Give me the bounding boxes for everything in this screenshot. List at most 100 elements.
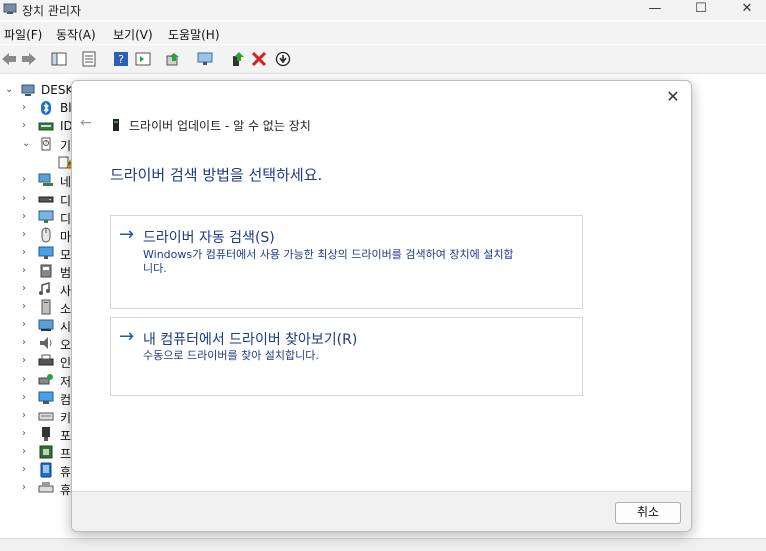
tree-item[interactable]: › 사 xyxy=(0,280,80,298)
tree-item[interactable]: › 모 xyxy=(0,244,80,262)
tree-item-label: 인 xyxy=(60,356,72,371)
chevron-right-icon[interactable]: › xyxy=(22,247,26,258)
tree-item[interactable]: › 프 xyxy=(0,443,80,461)
chevron-right-icon[interactable]: › xyxy=(22,374,26,385)
tree-item[interactable]: › 소 xyxy=(0,298,80,316)
menu-help[interactable]: 도움말(H) xyxy=(168,26,220,43)
tree-item-label: 컴 xyxy=(60,392,72,407)
chevron-right-icon[interactable]: › xyxy=(22,428,26,439)
menu-action[interactable]: 동작(A) xyxy=(56,26,96,43)
tree-item-label: 키 xyxy=(60,410,72,425)
chevron-right-icon[interactable]: › xyxy=(22,319,26,330)
action-pane-icon[interactable] xyxy=(134,51,152,67)
storage-controller-icon xyxy=(38,373,53,384)
tree-item-label: 사 xyxy=(60,284,72,298)
tree-item[interactable]: ! xyxy=(0,153,80,171)
tree-item[interactable]: › 네 xyxy=(0,171,80,189)
uninstall-device-icon[interactable] xyxy=(250,51,268,67)
tree-item-label: 디 xyxy=(60,193,72,208)
tree-item-label: Bl xyxy=(60,101,72,115)
back-icon[interactable] xyxy=(0,51,18,67)
chevron-right-icon[interactable]: › xyxy=(22,482,26,493)
browse-computer-title: 내 컴퓨터에서 드라이버 찾아보기(R) xyxy=(143,332,358,348)
maximize-button[interactable]: ☐ xyxy=(678,0,724,20)
tree-item[interactable]: › 디 xyxy=(0,190,80,208)
tree-item[interactable]: › 휴 xyxy=(0,479,80,497)
tree-item[interactable]: › 디 xyxy=(0,208,80,226)
chevron-right-icon[interactable]: › xyxy=(22,120,26,131)
help-icon[interactable]: ? xyxy=(112,51,130,67)
chevron-down-icon[interactable]: ⌄ xyxy=(22,138,30,149)
back-arrow-icon[interactable]: ← xyxy=(80,115,92,131)
tree-item-label: 시 xyxy=(60,320,72,335)
chevron-right-icon[interactable]: › xyxy=(22,265,26,276)
system-device-icon xyxy=(38,319,54,332)
chevron-right-icon[interactable]: › xyxy=(22,283,26,294)
menu-bar: 파일(F) 동작(A) 보기(V) 도움말(H) xyxy=(0,22,766,44)
minimize-button[interactable]: — xyxy=(632,0,678,20)
tree-item[interactable]: › ID xyxy=(0,117,80,135)
chevron-right-icon[interactable]: › xyxy=(22,446,26,457)
usb-controller-icon xyxy=(40,264,52,278)
computer-monitor-icon[interactable] xyxy=(196,51,214,67)
chevron-right-icon[interactable]: › xyxy=(22,337,26,348)
auto-search-option[interactable]: → 드라이버 자동 검색(S) Windows가 컴퓨터에서 사용 가능한 최상… xyxy=(110,215,583,309)
tree-item[interactable]: › 시 xyxy=(0,316,80,334)
print-queue-icon xyxy=(38,354,54,366)
properties-icon[interactable] xyxy=(80,51,98,67)
network-adapter-icon xyxy=(38,173,53,187)
dialog-close-button[interactable]: ✕ xyxy=(663,87,683,107)
tree-item[interactable]: › 오 xyxy=(0,334,80,352)
arrow-right-icon: → xyxy=(119,224,135,245)
menu-file[interactable]: 파일(F) xyxy=(4,26,42,43)
processor-icon xyxy=(39,445,53,459)
status-bar xyxy=(0,538,766,551)
tree-item[interactable]: › 휴 xyxy=(0,461,80,479)
tree-item[interactable]: › 마 xyxy=(0,226,80,244)
forward-icon[interactable] xyxy=(20,51,38,67)
tree-item-label: 디 xyxy=(60,211,72,226)
window-title: 장치 관리자 xyxy=(22,4,82,18)
tree-root[interactable]: ⌄ DESKT xyxy=(0,81,80,99)
chevron-right-icon[interactable]: › xyxy=(22,193,26,204)
tree-item[interactable]: › 저 xyxy=(0,371,80,389)
other-devices-icon: ? xyxy=(41,137,51,151)
monitor-icon xyxy=(38,246,54,259)
dialog-header-title: 드라이버 업데이트 - 알 수 없는 장치 xyxy=(129,119,311,133)
chevron-right-icon[interactable]: › xyxy=(22,392,26,403)
tree-item[interactable]: › 범 xyxy=(0,262,80,280)
title-bar: 장치 관리자 — ☐ ✕ xyxy=(0,0,766,20)
cancel-button[interactable]: 취소 xyxy=(615,502,681,524)
tree-item[interactable]: › 포 xyxy=(0,425,80,443)
tree-item[interactable]: › 컴 xyxy=(0,389,80,407)
chevron-right-icon[interactable]: › xyxy=(22,464,26,475)
tree-item-label: 소 xyxy=(60,302,72,317)
ide-controller-icon xyxy=(38,122,54,131)
chevron-right-icon[interactable]: › xyxy=(22,174,26,185)
chevron-right-icon[interactable]: › xyxy=(22,211,26,222)
mouse-icon xyxy=(41,227,51,243)
tree-item-label: 휴 xyxy=(60,483,72,498)
chevron-right-icon[interactable]: › xyxy=(22,301,26,312)
dialog-footer: 취소 xyxy=(72,491,691,531)
tree-item[interactable]: › Bl xyxy=(0,99,80,117)
tree-item[interactable]: › 키 xyxy=(0,407,80,425)
menu-view[interactable]: 보기(V) xyxy=(113,26,153,43)
auto-search-desc-line2: 니다. xyxy=(143,262,167,275)
chevron-right-icon[interactable]: › xyxy=(22,355,26,366)
disable-device-icon[interactable] xyxy=(274,51,292,67)
chevron-down-icon[interactable]: ⌄ xyxy=(5,84,13,95)
tree-item[interactable]: ⌄? 기 xyxy=(0,135,80,153)
display-adapter-icon xyxy=(38,210,54,223)
show-hide-console-tree-icon[interactable] xyxy=(50,51,68,67)
browse-computer-option[interactable]: → 내 컴퓨터에서 드라이버 찾아보기(R) 수동으로 드라이버를 찾아 설치합… xyxy=(110,317,583,396)
chevron-right-icon[interactable]: › xyxy=(22,102,26,113)
chevron-right-icon[interactable]: › xyxy=(22,410,26,421)
tree-item[interactable]: › 인 xyxy=(0,352,80,370)
close-window-button[interactable]: ✕ xyxy=(724,0,766,20)
update-driver-icon[interactable] xyxy=(228,51,246,67)
svg-text:?: ? xyxy=(45,141,48,147)
scan-hardware-icon[interactable] xyxy=(164,51,182,67)
chevron-right-icon[interactable]: › xyxy=(22,229,26,240)
tree-item-label: 기 xyxy=(60,139,72,154)
